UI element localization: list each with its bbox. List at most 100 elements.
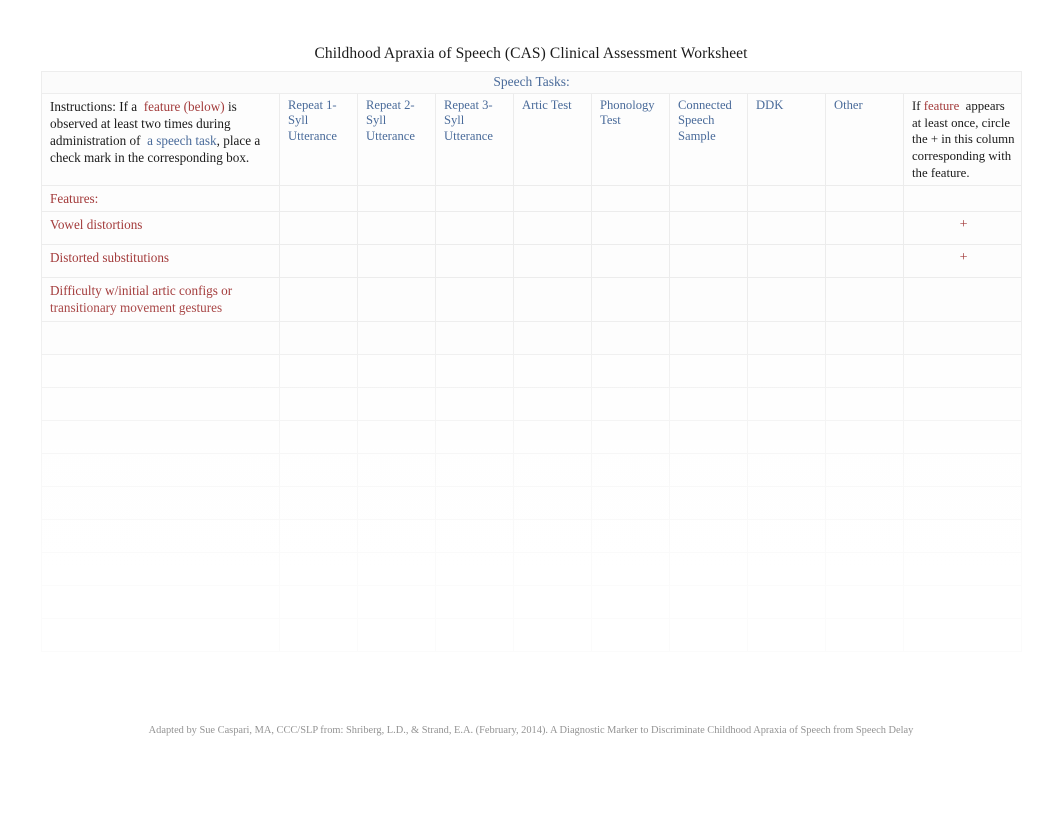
feature-task-checkbox[interactable]: [591, 353, 670, 388]
feature-task-checkbox[interactable]: [825, 244, 904, 279]
feature-task-checkbox[interactable]: [279, 584, 358, 619]
plus-marker-cell[interactable]: [902, 584, 1023, 619]
feature-task-checkbox[interactable]: [747, 244, 826, 279]
checkbox-cell[interactable]: [435, 185, 514, 213]
feature-task-checkbox[interactable]: [591, 485, 670, 520]
feature-task-checkbox[interactable]: [747, 386, 826, 421]
feature-task-checkbox[interactable]: [669, 485, 748, 520]
feature-task-checkbox[interactable]: [825, 277, 904, 322]
feature-task-checkbox[interactable]: [513, 244, 592, 279]
feature-task-checkbox[interactable]: [513, 485, 592, 520]
checkbox-cell[interactable]: [825, 185, 904, 213]
feature-task-checkbox[interactable]: [591, 244, 670, 279]
feature-task-checkbox[interactable]: [825, 584, 904, 619]
plus-marker-cell[interactable]: [902, 617, 1023, 652]
feature-task-checkbox[interactable]: [357, 320, 436, 355]
feature-task-checkbox[interactable]: [669, 386, 748, 421]
feature-task-checkbox[interactable]: [747, 452, 826, 487]
feature-task-checkbox[interactable]: [825, 452, 904, 487]
feature-task-checkbox[interactable]: [513, 551, 592, 586]
feature-task-checkbox[interactable]: [435, 211, 514, 246]
feature-task-checkbox[interactable]: [513, 419, 592, 454]
feature-task-checkbox[interactable]: [357, 419, 436, 454]
feature-task-checkbox[interactable]: [591, 277, 670, 322]
feature-task-checkbox[interactable]: [669, 277, 748, 322]
feature-task-checkbox[interactable]: [279, 277, 358, 322]
feature-task-checkbox[interactable]: [357, 386, 436, 421]
feature-task-checkbox[interactable]: [669, 452, 748, 487]
checkbox-cell[interactable]: [902, 185, 1023, 213]
feature-task-checkbox[interactable]: [435, 419, 514, 454]
checkbox-cell[interactable]: [357, 185, 436, 213]
feature-task-checkbox[interactable]: [669, 518, 748, 553]
feature-task-checkbox[interactable]: [591, 452, 670, 487]
feature-task-checkbox[interactable]: [513, 452, 592, 487]
feature-task-checkbox[interactable]: [591, 518, 670, 553]
checkbox-cell[interactable]: [279, 185, 358, 213]
feature-task-checkbox[interactable]: [825, 419, 904, 454]
feature-task-checkbox[interactable]: [669, 584, 748, 619]
feature-task-checkbox[interactable]: [747, 584, 826, 619]
feature-task-checkbox[interactable]: [435, 551, 514, 586]
feature-task-checkbox[interactable]: [669, 320, 748, 355]
plus-marker-cell[interactable]: [902, 353, 1023, 388]
feature-task-checkbox[interactable]: [747, 277, 826, 322]
feature-task-checkbox[interactable]: [747, 485, 826, 520]
feature-task-checkbox[interactable]: [591, 386, 670, 421]
feature-task-checkbox[interactable]: [747, 211, 826, 246]
feature-task-checkbox[interactable]: [357, 353, 436, 388]
feature-task-checkbox[interactable]: [825, 320, 904, 355]
feature-task-checkbox[interactable]: [747, 551, 826, 586]
feature-task-checkbox[interactable]: [435, 386, 514, 421]
plus-marker-cell[interactable]: [902, 518, 1023, 553]
feature-task-checkbox[interactable]: [825, 518, 904, 553]
feature-task-checkbox[interactable]: [513, 386, 592, 421]
feature-task-checkbox[interactable]: [591, 584, 670, 619]
feature-task-checkbox[interactable]: [825, 551, 904, 586]
feature-task-checkbox[interactable]: [435, 277, 514, 322]
feature-task-checkbox[interactable]: [747, 353, 826, 388]
feature-task-checkbox[interactable]: [279, 211, 358, 246]
feature-task-checkbox[interactable]: [435, 518, 514, 553]
feature-task-checkbox[interactable]: [669, 617, 748, 652]
feature-task-checkbox[interactable]: [591, 419, 670, 454]
feature-task-checkbox[interactable]: [435, 452, 514, 487]
feature-task-checkbox[interactable]: [279, 452, 358, 487]
feature-task-checkbox[interactable]: [513, 617, 592, 652]
feature-task-checkbox[interactable]: [435, 353, 514, 388]
feature-task-checkbox[interactable]: [747, 518, 826, 553]
feature-task-checkbox[interactable]: [825, 353, 904, 388]
feature-task-checkbox[interactable]: [357, 452, 436, 487]
feature-task-checkbox[interactable]: [513, 518, 592, 553]
feature-task-checkbox[interactable]: [669, 353, 748, 388]
feature-task-checkbox[interactable]: [357, 584, 436, 619]
feature-task-checkbox[interactable]: [591, 617, 670, 652]
feature-task-checkbox[interactable]: [279, 419, 358, 454]
feature-task-checkbox[interactable]: [279, 353, 358, 388]
plus-marker-cell[interactable]: [902, 551, 1023, 586]
feature-task-checkbox[interactable]: [357, 244, 436, 279]
plus-marker-cell[interactable]: [902, 320, 1023, 355]
feature-task-checkbox[interactable]: [591, 211, 670, 246]
plus-marker-cell[interactable]: [902, 419, 1023, 454]
checkbox-cell[interactable]: [513, 185, 592, 213]
feature-task-checkbox[interactable]: [357, 211, 436, 246]
feature-task-checkbox[interactable]: [747, 320, 826, 355]
plus-marker-cell[interactable]: [902, 386, 1023, 421]
feature-task-checkbox[interactable]: [279, 244, 358, 279]
feature-task-checkbox[interactable]: [513, 277, 592, 322]
plus-marker-cell[interactable]: [902, 485, 1023, 520]
feature-task-checkbox[interactable]: [357, 277, 436, 322]
feature-task-checkbox[interactable]: [825, 211, 904, 246]
feature-task-checkbox[interactable]: [435, 617, 514, 652]
feature-task-checkbox[interactable]: [513, 584, 592, 619]
plus-marker-cell[interactable]: [902, 277, 1023, 322]
feature-task-checkbox[interactable]: [357, 617, 436, 652]
plus-marker-cell[interactable]: +: [902, 244, 1023, 279]
feature-task-checkbox[interactable]: [279, 386, 358, 421]
plus-marker-cell[interactable]: [902, 452, 1023, 487]
checkbox-cell[interactable]: [747, 185, 826, 213]
feature-task-checkbox[interactable]: [513, 211, 592, 246]
feature-task-checkbox[interactable]: [747, 617, 826, 652]
feature-task-checkbox[interactable]: [279, 617, 358, 652]
